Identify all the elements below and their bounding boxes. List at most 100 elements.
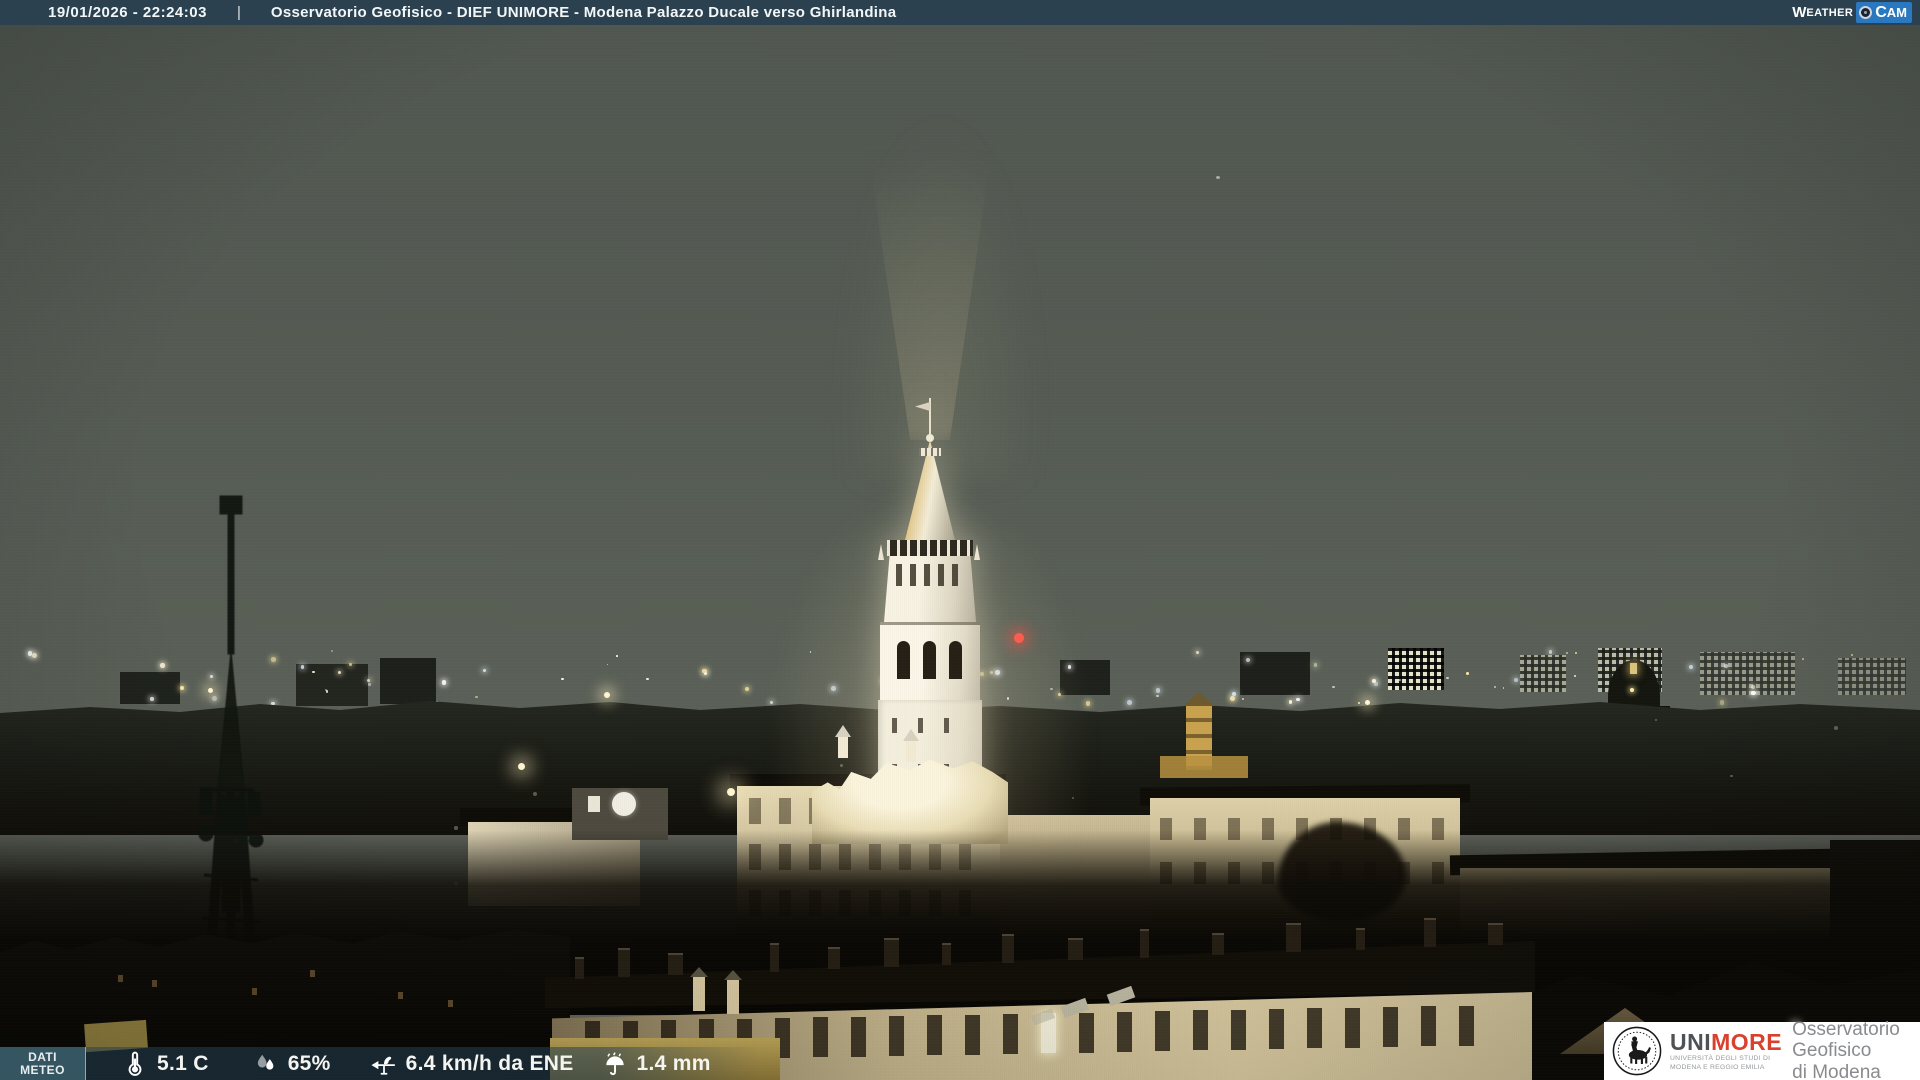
dark-window xyxy=(1459,1005,1474,1046)
webcam-frame: 19/01/2026 - 22:24:03 | Osservatorio Geo… xyxy=(0,0,1920,1080)
distant-building xyxy=(380,658,436,704)
dark-window xyxy=(1231,1009,1246,1050)
chimney xyxy=(1424,918,1436,948)
dark-window xyxy=(1269,1009,1284,1050)
chimney xyxy=(668,953,683,976)
unimore-more-text: MORE xyxy=(1711,1029,1783,1055)
street-lamp-light xyxy=(208,688,213,693)
lit-apartment-block xyxy=(1388,648,1444,690)
dark-window xyxy=(1117,1011,1132,1052)
street-lamp-light xyxy=(727,788,735,796)
chimney xyxy=(1286,923,1301,953)
chimney xyxy=(1068,938,1083,961)
ornate-chimney xyxy=(727,980,739,1014)
dim-window xyxy=(448,1000,453,1007)
street-lamp-light xyxy=(518,763,525,770)
unimore-subtitle-line2: MODENA E REGGIO EMILIA xyxy=(1670,1064,1765,1071)
dark-window xyxy=(889,1015,904,1056)
weather-logo-text: W xyxy=(1792,4,1807,21)
datetime-text: 19/01/2026 - 22:24:03 xyxy=(48,4,207,21)
temperature-reading: 5.1 C xyxy=(122,1051,209,1077)
city-light xyxy=(702,668,707,673)
city-light xyxy=(1373,682,1378,686)
chimney xyxy=(884,938,899,968)
dome-lantern-light xyxy=(1630,663,1637,674)
city-light xyxy=(1231,691,1236,696)
humidity-value: 65% xyxy=(287,1051,331,1075)
city-light xyxy=(475,695,478,698)
thermometer-icon xyxy=(128,1051,142,1076)
chimney xyxy=(828,947,840,970)
camera-lens-icon xyxy=(1859,6,1873,19)
city-light xyxy=(1127,700,1133,705)
dark-window xyxy=(1345,1007,1360,1048)
chimney xyxy=(618,948,630,978)
chimney xyxy=(1356,927,1365,950)
dark-window xyxy=(851,1016,866,1057)
city-light-dim xyxy=(1730,774,1733,778)
chimney xyxy=(1212,933,1224,956)
meteo-data-bar: DATI METEO 5.1 C 65% 6.4 km/h da ENE 1.4… xyxy=(0,1047,760,1080)
street-lamp-light xyxy=(1365,700,1370,705)
humidity-icon xyxy=(257,1054,274,1070)
city-light xyxy=(1751,690,1756,696)
webcam-title: Osservatorio Geofisico - DIEF UNIMORE - … xyxy=(270,4,897,21)
unimore-seal-icon xyxy=(1612,1026,1662,1076)
rain-value: 1.4 mm xyxy=(636,1051,711,1075)
chimney xyxy=(575,956,584,979)
dark-window xyxy=(813,1017,828,1058)
ornate-chimney xyxy=(693,977,705,1011)
city-light xyxy=(1288,700,1293,704)
dim-window xyxy=(252,988,257,995)
lit-apartment-block xyxy=(1700,652,1795,695)
city-light-dim xyxy=(532,791,537,796)
lit-apartment-block xyxy=(1520,655,1566,692)
meteo-label-line2: METEO xyxy=(20,1062,65,1077)
yellow-lit-house xyxy=(1160,756,1248,778)
chimney xyxy=(1488,922,1503,945)
dark-window xyxy=(1383,1007,1398,1048)
dark-window xyxy=(1307,1008,1322,1049)
city-light xyxy=(1724,664,1728,668)
duomo-spirelet xyxy=(838,736,848,758)
wind-value: 6.4 km/h da ENE xyxy=(405,1051,574,1075)
chimney xyxy=(1002,933,1014,963)
rain-reading: 1.4 mm xyxy=(602,1051,711,1077)
satellite-dish xyxy=(612,792,636,816)
street-lamp-light xyxy=(604,692,610,698)
cam-logo-box: C AM xyxy=(1856,2,1912,23)
chimney xyxy=(1140,928,1149,958)
chimney xyxy=(942,943,951,966)
city-light xyxy=(367,682,371,686)
distant-building xyxy=(1240,652,1310,695)
observatory-line1: Osservatorio Geofisico xyxy=(1792,1018,1900,1062)
cam-logo-text: C xyxy=(1875,3,1887,21)
wind-reading: 6.4 km/h da ENE xyxy=(371,1051,574,1077)
temperature-value: 5.1 C xyxy=(157,1051,209,1075)
city-light xyxy=(482,668,486,672)
dark-window xyxy=(1421,1006,1436,1047)
dark-window xyxy=(965,1014,980,1055)
dark-window xyxy=(1003,1013,1018,1054)
dim-window xyxy=(118,975,123,982)
city-light xyxy=(441,680,447,685)
unimore-wordmark: UNIMORE UNIVERSITÀ DEGLI STUDI DI MODENA… xyxy=(1670,1030,1782,1072)
city-light xyxy=(32,653,37,659)
wind-vane-icon xyxy=(371,1056,395,1075)
city-light xyxy=(1313,663,1317,667)
weathercam-logo: W EATHER C AM xyxy=(1792,1,1912,24)
dim-window xyxy=(398,992,403,999)
observatory-name: Osservatorio Geofisico di Modena xyxy=(1792,1019,1920,1080)
unimore-logo-box: UNIMORE UNIVERSITÀ DEGLI STUDI DI MODENA… xyxy=(1604,1019,1920,1080)
meteo-label-line1: DATI xyxy=(28,1049,57,1064)
dim-window xyxy=(152,980,157,987)
lit-apartment-block xyxy=(1838,658,1906,695)
city-light xyxy=(1801,657,1804,660)
unimore-uni-text: UNI xyxy=(1670,1029,1712,1055)
city-light xyxy=(1446,676,1449,680)
observatory-line2: di Modena xyxy=(1792,1061,1881,1080)
city-light xyxy=(348,663,352,667)
dark-window xyxy=(1079,1012,1094,1053)
rain-icon xyxy=(605,1051,624,1075)
city-light xyxy=(1241,697,1244,700)
